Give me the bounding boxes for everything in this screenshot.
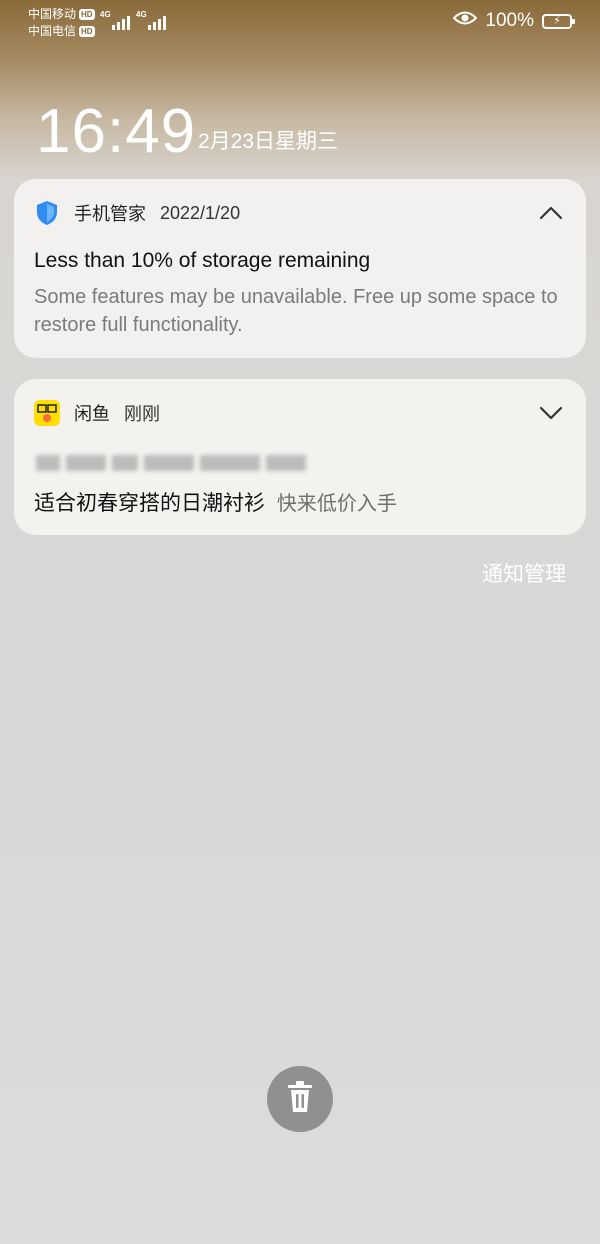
notification-time: 2022/1/20 [160, 202, 241, 223]
eye-icon [452, 10, 478, 32]
notification-header: 闲鱼 刚刚 [34, 399, 566, 427]
signal-indicators: 4G 4G [100, 10, 166, 32]
notification-title: 适合初春穿搭的日潮衬衫 [34, 492, 265, 515]
clear-all-button[interactable] [267, 1066, 333, 1132]
chevron-down-icon[interactable] [536, 399, 566, 427]
notification-body: 快来低价入手 [276, 493, 397, 515]
carrier-info: 中国移动 HD 中国电信 HD [28, 6, 95, 40]
app-name: 闲鱼 [74, 404, 110, 424]
notification-time: 刚刚 [124, 404, 160, 424]
shield-icon [34, 200, 60, 226]
battery-charging-icon: ⚡ [542, 13, 575, 29]
manage-notifications-link[interactable]: 通知管理 [482, 558, 566, 588]
status-bar: 中国移动 HD 中国电信 HD 4G 4G 100% ⚡ [0, 0, 600, 44]
signal-icon: 4G [136, 10, 166, 32]
notification-title: Less than 10% of storage remaining [34, 249, 371, 272]
notification-card-phone-manager[interactable]: 手机管家 2022/1/20 Less than 10% of storage … [14, 179, 586, 358]
battery-percent: 100% [485, 10, 534, 31]
hd-badge: HD [79, 9, 95, 20]
xianyu-app-icon [34, 400, 60, 426]
lockscreen-date: 2月23日星期三 [198, 130, 339, 153]
app-name: 手机管家 [74, 204, 146, 224]
signal-icon: 4G [100, 10, 130, 32]
carrier-2-label: 中国电信 [28, 24, 77, 38]
hd-badge: HD [79, 26, 95, 37]
redacted-text [36, 453, 306, 473]
lockscreen-clock: 16:49 [36, 97, 197, 166]
notification-content: 适合初春穿搭的日潮衬衫 快来低价入手 [34, 487, 566, 517]
notification-card-xianyu[interactable]: 闲鱼 刚刚 适合初春穿搭的日潮衬衫 快来低价入手 [14, 379, 586, 535]
network-type-label: 4G [100, 10, 111, 19]
notification-body: Some features may be unavailable. Free u… [34, 286, 558, 336]
carrier-1-label: 中国移动 [28, 7, 77, 21]
network-type-label: 4G [136, 10, 147, 19]
chevron-up-icon[interactable] [536, 199, 566, 227]
status-right-group: 100% ⚡ [452, 10, 575, 32]
trash-icon [284, 1080, 316, 1119]
notification-header: 手机管家 2022/1/20 [34, 199, 566, 227]
